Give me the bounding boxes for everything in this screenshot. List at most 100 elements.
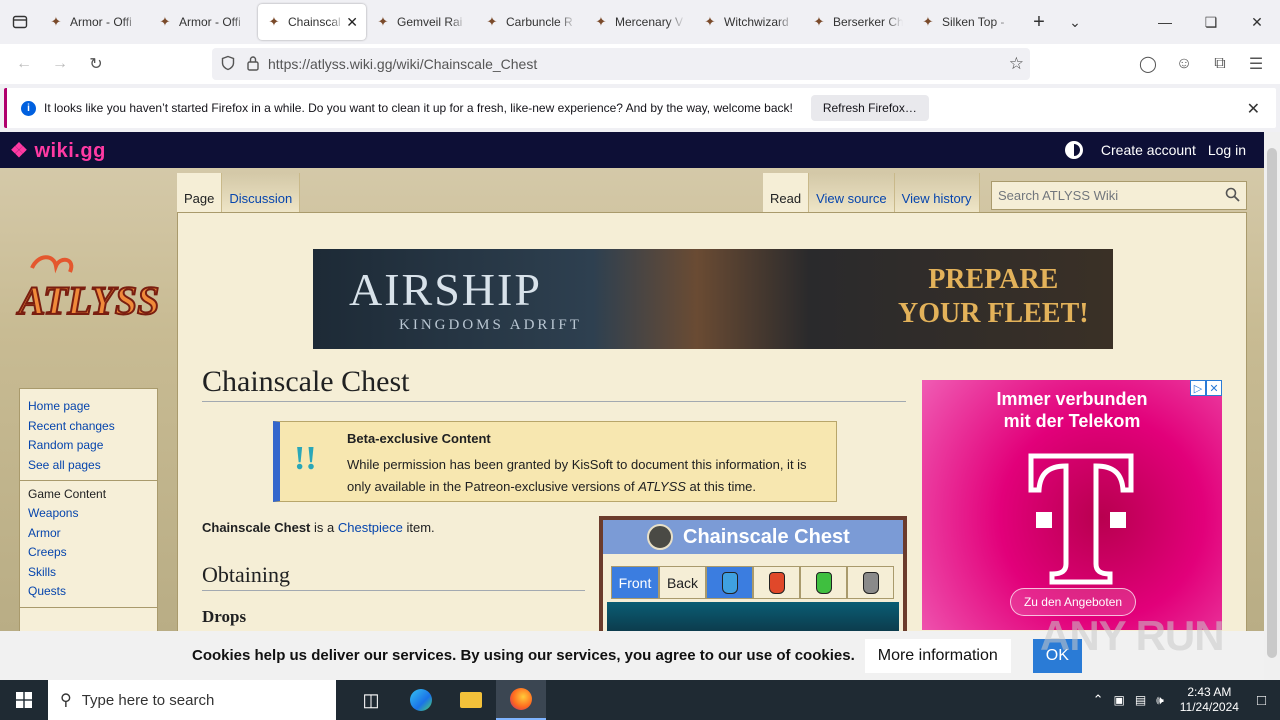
fox-favicon-icon: ✦	[922, 14, 934, 29]
sidebar-link[interactable]: See all pages	[28, 456, 157, 476]
wiki-search-input[interactable]: Search ATLYSS Wiki	[991, 181, 1247, 210]
file-explorer-icon[interactable]	[446, 680, 496, 720]
log-in-link[interactable]: Log in	[1208, 142, 1246, 158]
sidebar-section-title: Game Content	[28, 487, 107, 501]
scrollbar-thumb[interactable]	[1267, 148, 1277, 658]
taskbar-search-icon: ⚲	[60, 692, 72, 709]
minimize-window-button[interactable]: —	[1142, 0, 1188, 44]
info-icon: i	[21, 100, 36, 116]
browser-tab[interactable]: ✦ Witchwizard	[694, 4, 802, 40]
fox-favicon-icon: ✦	[159, 14, 171, 29]
browser-tab[interactable]: ✦ Armor - Offi	[149, 4, 257, 40]
browser-tab[interactable]: ✦ Carbuncle R	[476, 4, 584, 40]
airship-ad-banner[interactable]: AIRSHIP KINGDOMS ADRIFT PREPARE YOUR FLEE…	[313, 249, 1113, 349]
beta-text-game: ATLYSS	[638, 479, 686, 494]
close-notification-icon[interactable]: ✕	[1247, 99, 1260, 119]
url-text[interactable]: https://atlyss.wiki.gg/wiki/Chainscale_C…	[268, 56, 537, 72]
tab-title: Mercenary V	[615, 15, 684, 29]
sidebar-content-link[interactable]: Weapons	[28, 504, 157, 524]
infobox-back-tab[interactable]: Back	[659, 566, 706, 599]
atlyss-site-logo[interactable]: ATLYSS	[10, 250, 168, 340]
search-placeholder: Search ATLYSS Wiki	[998, 188, 1119, 203]
search-icon[interactable]	[1225, 187, 1240, 205]
item-infobox: Chainscale Chest Front Back	[599, 516, 907, 631]
browser-tab[interactable]: ✦ Armor - Offi	[40, 4, 148, 40]
notifications-icon[interactable]: □	[1257, 692, 1266, 709]
tab-view-history[interactable]: View history	[894, 173, 980, 213]
account-icon[interactable]: ☺	[1166, 48, 1202, 80]
close-window-button[interactable]: ✕	[1234, 0, 1280, 44]
banner-cta-line2: YOUR FLEET!	[898, 298, 1089, 329]
intro-middle: is a	[310, 520, 338, 535]
back-button[interactable]: ←	[6, 48, 42, 80]
sidebar-link[interactable]: Home page	[28, 397, 157, 417]
tab-view-source[interactable]: View source	[809, 173, 895, 213]
sidebar-content-link[interactable]: Creeps	[28, 543, 157, 563]
volume-icon[interactable]: 🕪	[1156, 693, 1164, 708]
wikigg-logo[interactable]: ❖ wiki.gg	[10, 138, 106, 163]
close-tab-icon[interactable]: ✕	[346, 14, 358, 31]
url-bar[interactable]: https://atlyss.wiki.gg/wiki/Chainscale_C…	[212, 48, 1030, 80]
tab-discussion[interactable]: Discussion	[222, 173, 301, 213]
infobox-header: Chainscale Chest	[603, 520, 903, 554]
tab-page[interactable]: Page	[177, 173, 223, 213]
obtaining-heading: Obtaining	[202, 562, 585, 591]
browser-tab[interactable]: ✦ Gemveil Rai	[367, 4, 475, 40]
color-variant-swatch[interactable]	[847, 566, 894, 599]
pocket-icon[interactable]: ◯	[1130, 48, 1166, 80]
task-view-icon[interactable]: ◫	[346, 680, 396, 720]
tray-device-icon[interactable]: ▣	[1114, 693, 1125, 707]
new-tab-button[interactable]: +	[1021, 4, 1057, 40]
bookmark-star-icon[interactable]: ☆	[1009, 54, 1024, 74]
tray-chevron-icon[interactable]: ⌃	[1093, 692, 1104, 708]
intro-item-name: Chainscale Chest	[202, 520, 311, 535]
browser-tab[interactable]: ✦ Chainscal ✕	[258, 4, 366, 40]
tracking-protection-shield-icon[interactable]	[220, 55, 236, 74]
sidebar-content-link[interactable]: Skills	[28, 563, 157, 583]
taskbar-search-input[interactable]: ⚲ Type here to search	[48, 680, 336, 720]
fox-favicon-icon: ✦	[268, 14, 280, 29]
firefox-taskbar-icon[interactable]	[496, 680, 546, 720]
extensions-icon[interactable]: ⧉	[1202, 48, 1238, 80]
color-variant-swatch[interactable]	[706, 566, 753, 599]
chestpiece-link[interactable]: Chestpiece	[338, 520, 403, 535]
tab-title: Carbuncle R	[506, 15, 573, 29]
tab-read[interactable]: Read	[763, 173, 810, 213]
infobox-tabs: Front Back	[611, 566, 894, 599]
browser-tab[interactable]: ✦ Silken Top -	[912, 4, 1020, 40]
reload-button[interactable]: ↻	[78, 48, 114, 80]
refresh-firefox-button[interactable]: Refresh Firefox…	[810, 95, 929, 121]
system-clock[interactable]: 2:43 AM 11/24/2024	[1180, 685, 1239, 715]
network-icon[interactable]: ▤	[1135, 693, 1146, 707]
forward-button[interactable]: →	[42, 48, 78, 80]
dye-potion-icon	[815, 571, 832, 594]
restore-window-button[interactable]: ❏	[1188, 0, 1234, 44]
create-account-link[interactable]: Create account	[1101, 142, 1196, 158]
firefox-view-icon[interactable]	[0, 0, 40, 44]
color-variant-swatch[interactable]	[800, 566, 847, 599]
infobox-front-tab[interactable]: Front	[611, 566, 659, 599]
clock-date: 11/24/2024	[1179, 700, 1239, 714]
menu-hamburger-icon[interactable]: ☰	[1238, 48, 1274, 80]
windows-start-icon[interactable]	[0, 680, 48, 720]
theme-toggle-icon[interactable]	[1064, 141, 1083, 159]
browser-tab[interactable]: ✦ Berserker Ch	[803, 4, 911, 40]
page-scrollbar[interactable]	[1264, 132, 1280, 680]
fox-favicon-icon: ✦	[486, 14, 498, 29]
tab-title: Armor - Offi	[70, 15, 132, 29]
tab-list-chevron-icon[interactable]: ⌄	[1057, 4, 1093, 40]
telekom-ad[interactable]: ▷ ✕ Immer verbunden mit der Telekom Zu den…	[922, 380, 1222, 630]
beta-heading: Beta-exclusive Content	[347, 431, 491, 446]
dye-potion-icon	[862, 571, 879, 594]
sidebar-content-link[interactable]: Quests	[28, 582, 157, 602]
sidebar-content-link[interactable]: Armor	[28, 524, 157, 544]
more-information-button[interactable]: More information	[864, 638, 1011, 673]
lock-icon[interactable]	[246, 55, 260, 74]
sidebar-link[interactable]: Recent changes	[28, 417, 157, 437]
browser-tab[interactable]: ✦ Mercenary V	[585, 4, 693, 40]
sidebar-link[interactable]: Random page	[28, 436, 157, 456]
banner-subtitle: KINGDOMS ADRIFT	[399, 317, 582, 333]
edge-browser-icon[interactable]	[396, 680, 446, 720]
page-title: Chainscale Chest	[202, 365, 906, 402]
color-variant-swatch[interactable]	[753, 566, 800, 599]
